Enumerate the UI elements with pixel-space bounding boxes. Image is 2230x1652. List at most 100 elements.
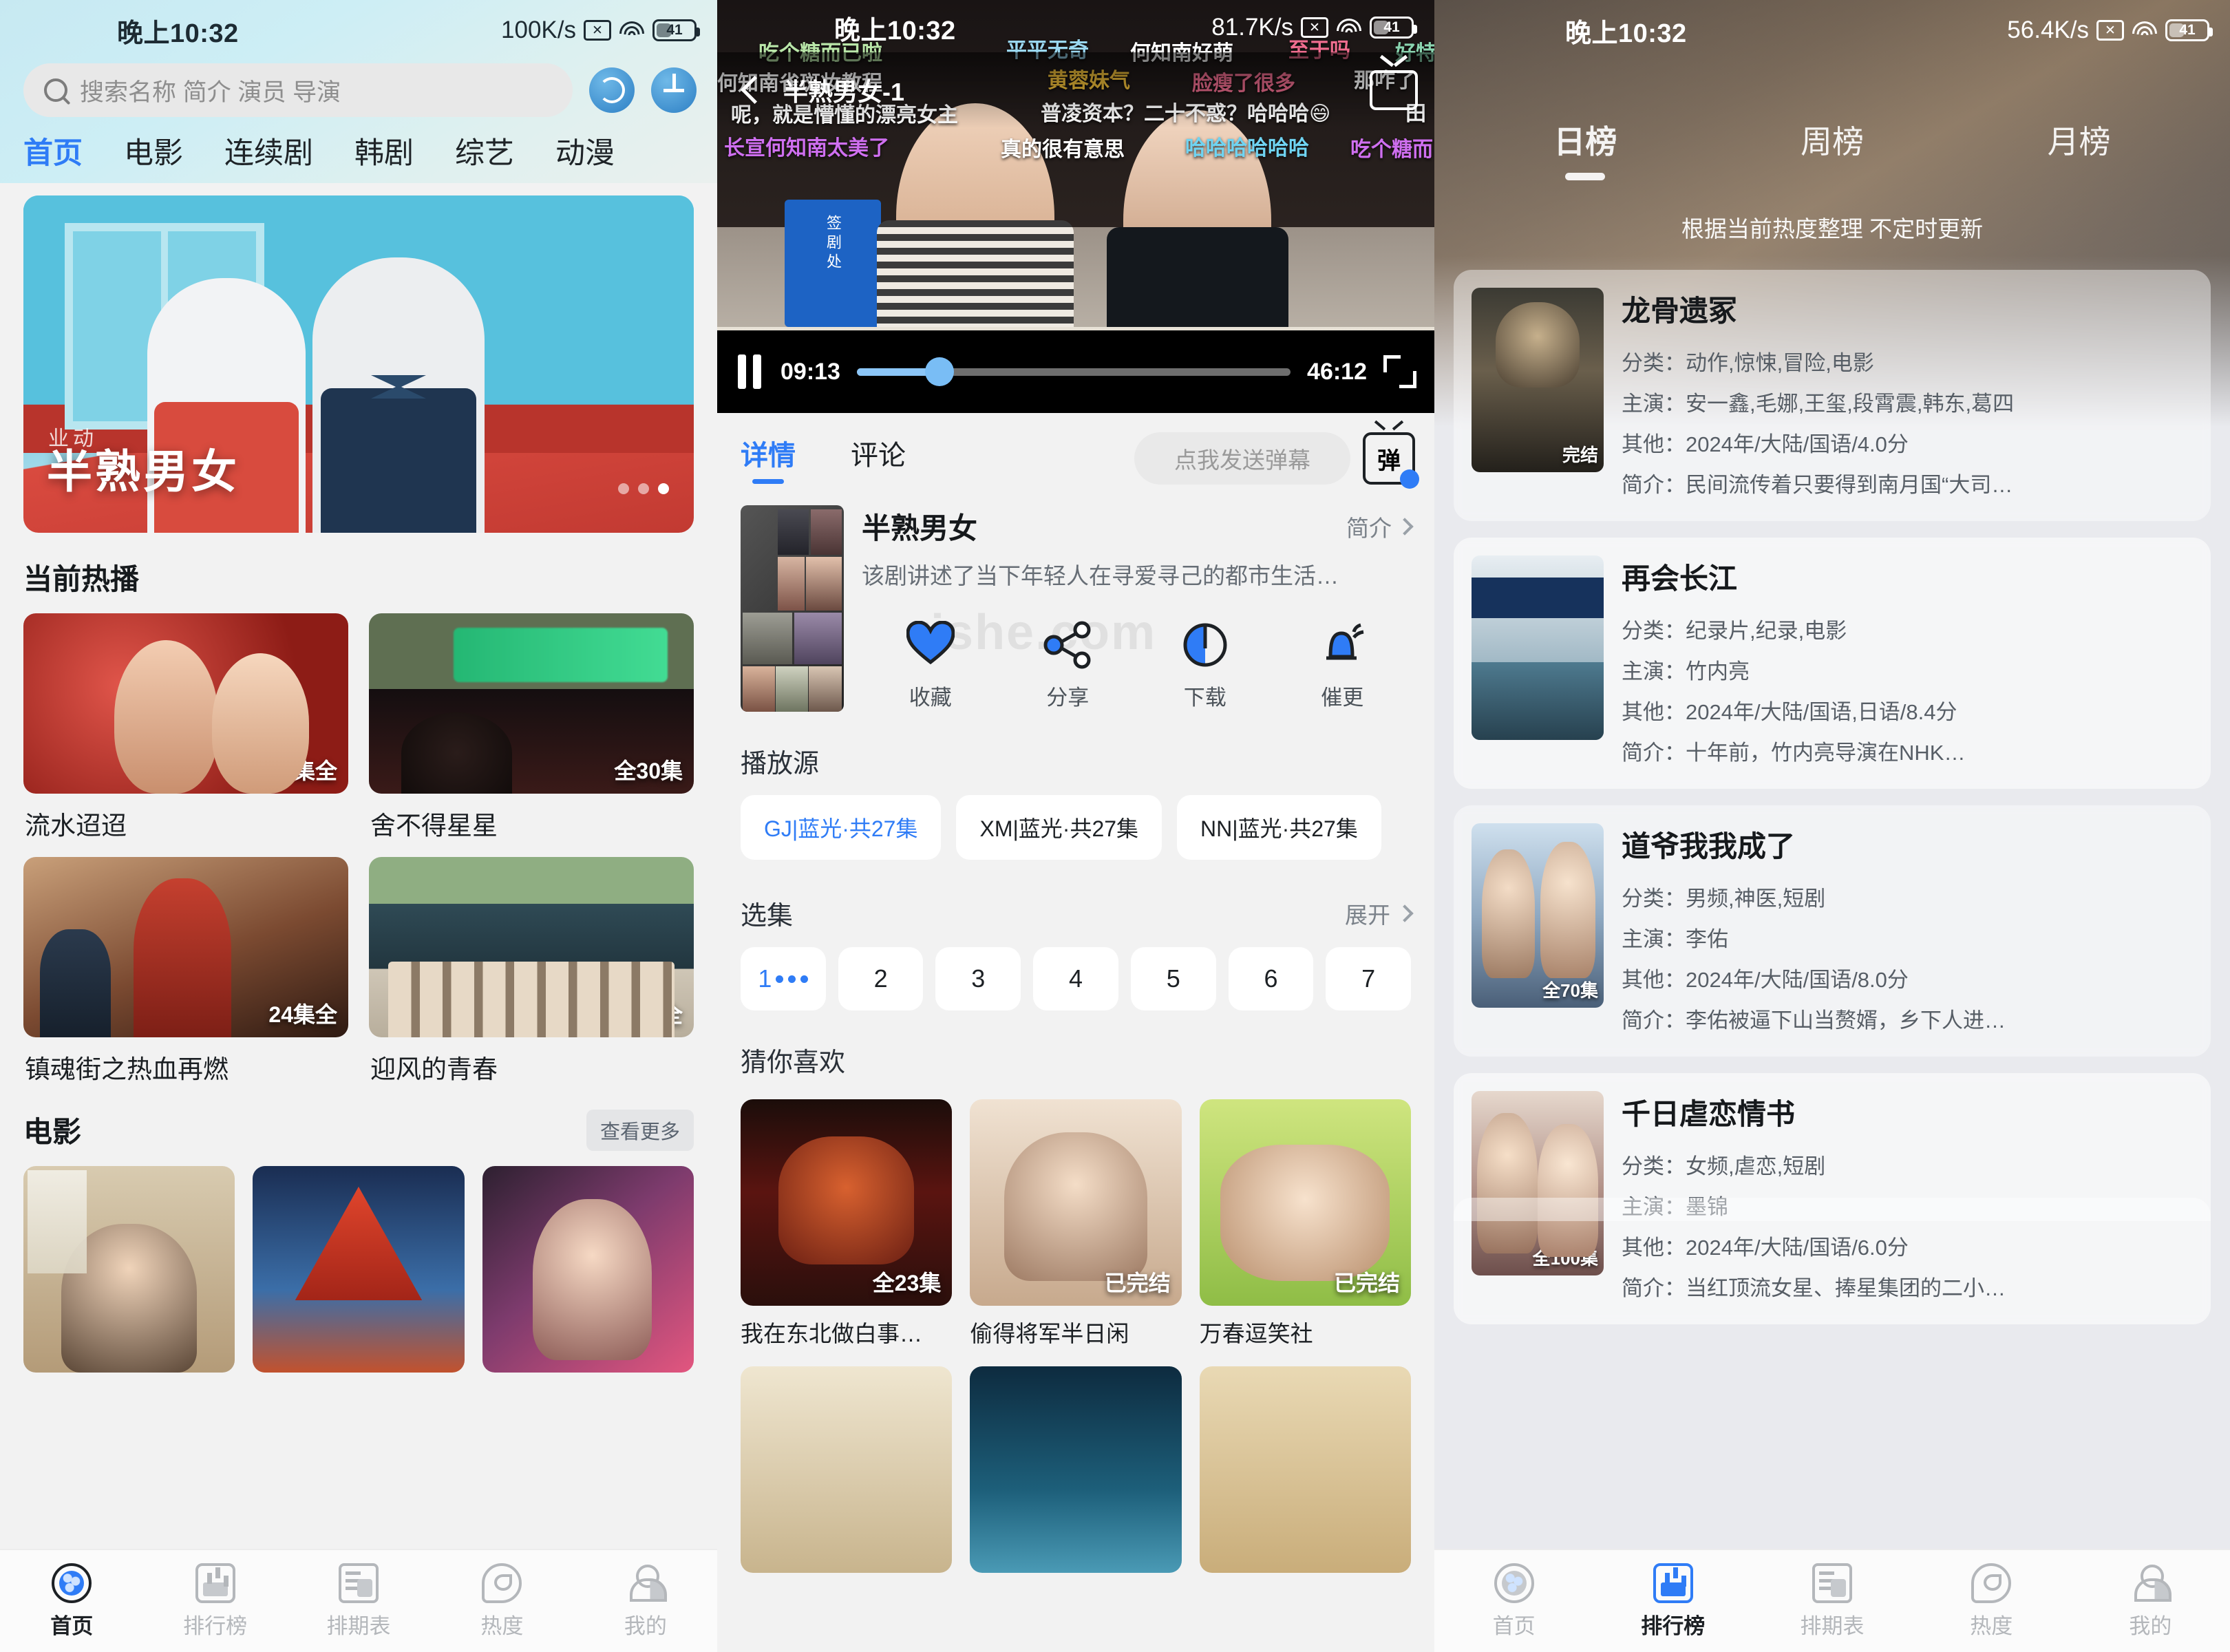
- item-title: 镇魂街之热血再燃: [25, 1055, 229, 1083]
- see-more-button[interactable]: 查看更多: [586, 1109, 694, 1151]
- danmaku-input[interactable]: 点我发送弹幕: [1134, 432, 1350, 485]
- status-time: 晚上10:32: [1565, 19, 1687, 48]
- calendar-icon: [1812, 1563, 1852, 1603]
- list-item[interactable]: 26集全 迎风的青春: [369, 857, 694, 1086]
- network-speed: 81.7K/s: [1211, 14, 1293, 41]
- table-row[interactable]: HD国语 再会长江 分类：纪录片,纪录,电影 主演：竹内亮 其他：2024年/大…: [1454, 538, 2211, 789]
- item-other: 其他：2024年/大陆/国语/8.0分: [1622, 968, 1909, 992]
- tab-monthly-rank[interactable]: 月榜: [2048, 117, 2111, 180]
- item-other: 其他：2024年/大陆/国语/4.0分: [1622, 432, 1909, 456]
- search-input[interactable]: 搜索名称 简介 演员 导演: [23, 63, 573, 117]
- nav-schedule[interactable]: 排期表: [287, 1563, 430, 1640]
- compass-icon[interactable]: [651, 67, 697, 113]
- list-item[interactable]: [23, 1166, 235, 1373]
- tab-anime[interactable]: 动漫: [555, 129, 639, 172]
- download-icon: [1181, 621, 1229, 669]
- item-summary: 简介：李佑被逼下山当赘婿，乡下人进…: [1622, 1008, 2006, 1032]
- nav-hot[interactable]: 热度: [1912, 1563, 2071, 1640]
- table-row[interactable]: 完结 龙骨遗冢 分类：动作,惊悚,冒险,电影 主演：安一鑫,毛娜,王玺,段霄震,…: [1454, 270, 2211, 521]
- episode-button[interactable]: 6: [1228, 947, 1314, 1010]
- network-speed: 100K/s: [501, 17, 576, 43]
- list-item[interactable]: 全23集 我在东北做白事…: [741, 1099, 953, 1348]
- nav-mine[interactable]: 我的: [574, 1563, 717, 1640]
- video-player[interactable]: 签剧处 吃个糖而已啦 平平无奇 何知南好萌 至于吗 好特别 何知南雀斑妆教程 黄…: [717, 0, 1434, 413]
- nav-schedule[interactable]: 排期表: [1752, 1563, 1911, 1640]
- item-title: 再会长江: [1622, 562, 1738, 595]
- list-item[interactable]: [482, 1166, 694, 1373]
- status-badge: HD国语: [1536, 712, 1598, 733]
- nav-hot[interactable]: 热度: [430, 1563, 573, 1640]
- nav-ranking[interactable]: 排行榜: [1593, 1563, 1752, 1640]
- synopsis-link[interactable]: 简介: [1346, 510, 1414, 543]
- remind-button[interactable]: 催更: [1274, 621, 1412, 711]
- item-cast: 主演：竹内亮: [1622, 659, 1750, 684]
- list-item[interactable]: 40集全 流水迢迢: [23, 613, 348, 842]
- tab-movie[interactable]: 电影: [124, 129, 207, 172]
- player-title: 半熟男女-1: [783, 78, 905, 106]
- list-item[interactable]: 全30集 舍不得星星: [369, 613, 694, 842]
- pause-button[interactable]: [735, 354, 764, 389]
- battery-level: 41: [1383, 19, 1400, 35]
- tab-korean[interactable]: 韩剧: [354, 129, 438, 172]
- nav-home[interactable]: 首页: [0, 1563, 143, 1640]
- chevron-right-icon: [1396, 517, 1414, 536]
- tab-weekly-rank[interactable]: 周榜: [1801, 117, 1864, 180]
- carousel-dots[interactable]: [618, 483, 669, 494]
- scene-sign: 签剧处: [785, 200, 881, 327]
- table-row[interactable]: 全70集 道爷我我成了 分类：男频,神医,短剧 主演：李佑 其他：2024年/大…: [1454, 805, 2211, 1057]
- item-category: 分类：女频,虐恋,短剧: [1622, 1154, 1826, 1178]
- poster-thumb: 已完结: [970, 1099, 1182, 1306]
- tab-comments[interactable]: 评论: [851, 433, 906, 484]
- progress-slider[interactable]: [856, 357, 1291, 386]
- poster-thumb[interactable]: [741, 1366, 953, 1573]
- nav-ranking[interactable]: 排行榜: [143, 1563, 286, 1640]
- poster-thumb[interactable]: [1199, 1366, 1411, 1573]
- nav-mine[interactable]: 我的: [2071, 1563, 2230, 1640]
- tab-home[interactable]: 首页: [23, 129, 107, 172]
- home-screen: 晚上10:32 100K/s ✕ 41 搜索名称 简介 演员 导演 首页 电影 …: [0, 0, 717, 1652]
- download-button[interactable]: 下载: [1136, 621, 1274, 711]
- list-item[interactable]: 已完结 偷得将军半日闲: [970, 1099, 1182, 1348]
- source-chip[interactable]: XM|蓝光·共27集: [956, 795, 1162, 860]
- tab-detail[interactable]: 详情: [741, 433, 796, 484]
- tv-cast-icon[interactable]: [1370, 70, 1418, 110]
- item-title: 舍不得星星: [370, 812, 498, 840]
- list-item[interactable]: [253, 1166, 465, 1373]
- wifi-icon: [2132, 20, 2158, 41]
- category-tabs: 首页 电影 连续剧 韩剧 综艺 动漫: [0, 117, 717, 179]
- episode-badge: 全23集: [872, 1271, 942, 1295]
- episode-button[interactable]: 2: [838, 947, 924, 1010]
- back-icon[interactable]: [734, 72, 769, 108]
- episode-list: 1 2 3 4 5 6 7: [741, 947, 1412, 1010]
- episode-button[interactable]: 7: [1326, 947, 1412, 1010]
- search-row: 搜索名称 简介 演员 导演: [0, 61, 717, 117]
- episode-button[interactable]: 1: [741, 947, 826, 1010]
- danmaku-toggle-button[interactable]: 弹: [1363, 432, 1419, 489]
- tab-variety[interactable]: 综艺: [455, 129, 538, 172]
- poster-thumb[interactable]: [970, 1366, 1182, 1573]
- status-indicators: 81.7K/s ✕ 41: [1211, 14, 1434, 41]
- history-icon[interactable]: [589, 67, 635, 113]
- item-other: 其他：2024年/大陆/国语,日语/8.4分: [1622, 700, 1957, 724]
- flame-icon: [482, 1563, 522, 1603]
- progress-knob[interactable]: [924, 357, 954, 386]
- episode-button[interactable]: 5: [1130, 947, 1216, 1010]
- status-badge: 完结: [1562, 445, 1598, 465]
- episodes-expand-button[interactable]: 展开: [1345, 897, 1414, 930]
- home-header: 晚上10:32 100K/s ✕ 41 搜索名称 简介 演员 导演 首页 电影 …: [0, 0, 717, 183]
- calendar-icon: [339, 1563, 379, 1603]
- nav-home[interactable]: 首页: [1434, 1563, 1593, 1640]
- item-summary: 简介：民间流传着只要得到南月国“大司…: [1622, 473, 2013, 497]
- player-tabs: 详情 评论 点我发送弹幕 弹: [717, 413, 1434, 501]
- list-item[interactable]: 24集全 镇魂街之热血再燃: [23, 857, 348, 1086]
- episode-button[interactable]: 4: [1033, 947, 1118, 1010]
- source-chip[interactable]: NN|蓝光·共27集: [1177, 795, 1381, 860]
- search-placeholder: 搜索名称 简介 演员 导演: [80, 78, 341, 106]
- hero-banner[interactable]: 业动 半熟男女: [23, 195, 694, 533]
- fullscreen-icon[interactable]: [1383, 355, 1416, 388]
- tab-daily-rank[interactable]: 日榜: [1553, 117, 1617, 180]
- tab-series[interactable]: 连续剧: [224, 129, 337, 172]
- source-chip[interactable]: GJ|蓝光·共27集: [741, 795, 942, 860]
- list-item[interactable]: 已完结 万春逗笑社: [1199, 1099, 1411, 1348]
- episode-button[interactable]: 3: [935, 947, 1021, 1010]
